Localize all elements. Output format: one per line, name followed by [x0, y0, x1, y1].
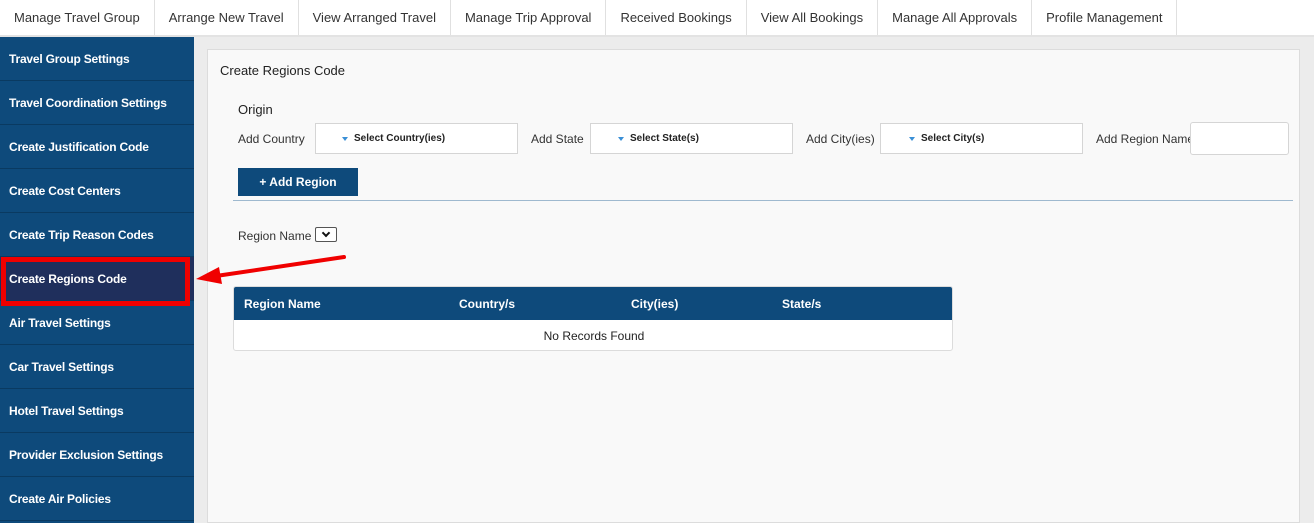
- tab-view-all-bookings[interactable]: View All Bookings: [747, 0, 879, 35]
- country-select[interactable]: Select Country(ies): [315, 123, 518, 154]
- table-header: Region Name Country/s City(ies) State/s: [234, 287, 952, 320]
- add-state-label: Add State: [531, 132, 584, 146]
- divider: [233, 200, 1293, 201]
- top-navigation: Manage Travel Group Arrange New Travel V…: [0, 0, 1314, 37]
- sidebar: Travel Group Settings Travel Coordinatio…: [0, 37, 194, 523]
- add-city-label: Add City(ies): [806, 132, 875, 146]
- city-select-text: Select City(s): [921, 133, 985, 144]
- page-title: Create Regions Code: [220, 63, 346, 78]
- sidebar-item-air-travel-settings[interactable]: Air Travel Settings: [0, 301, 194, 345]
- region-name-filter-select[interactable]: [315, 227, 337, 242]
- caret-down-icon: [342, 136, 348, 141]
- country-select-text: Select Country(ies): [354, 133, 446, 144]
- column-header-region-name[interactable]: Region Name: [244, 297, 321, 311]
- state-select-text: Select State(s): [630, 133, 699, 144]
- sidebar-item-create-air-policies[interactable]: Create Air Policies: [0, 477, 194, 521]
- column-header-cities[interactable]: City(ies): [631, 297, 678, 311]
- sidebar-item-create-cost-centers[interactable]: Create Cost Centers: [0, 169, 194, 213]
- tab-manage-travel-group[interactable]: Manage Travel Group: [0, 0, 155, 35]
- caret-down-icon: [618, 136, 624, 141]
- tab-arrange-new-travel[interactable]: Arrange New Travel: [155, 0, 299, 35]
- add-region-button[interactable]: + Add Region: [238, 168, 358, 196]
- add-country-label: Add Country: [238, 132, 305, 146]
- tab-received-bookings[interactable]: Received Bookings: [606, 0, 747, 35]
- origin-label: Origin: [238, 102, 273, 117]
- column-header-states[interactable]: State/s: [782, 297, 821, 311]
- sidebar-item-create-trip-reason-codes[interactable]: Create Trip Reason Codes: [0, 213, 194, 257]
- tab-manage-all-approvals[interactable]: Manage All Approvals: [878, 0, 1033, 35]
- sidebar-item-hotel-travel-settings[interactable]: Hotel Travel Settings: [0, 389, 194, 433]
- tab-view-arranged-travel[interactable]: View Arranged Travel: [299, 0, 451, 35]
- tab-manage-trip-approval[interactable]: Manage Trip Approval: [451, 0, 607, 35]
- region-name-input[interactable]: [1190, 122, 1289, 155]
- sidebar-item-travel-group-settings[interactable]: Travel Group Settings: [0, 37, 194, 81]
- sidebar-item-car-travel-settings[interactable]: Car Travel Settings: [0, 345, 194, 389]
- city-select[interactable]: Select City(s): [880, 123, 1083, 154]
- sidebar-item-provider-exclusion-settings[interactable]: Provider Exclusion Settings: [0, 433, 194, 477]
- empty-table-message: No Records Found: [543, 329, 645, 343]
- add-region-name-label: Add Region Name: [1096, 132, 1195, 146]
- sidebar-item-create-justification-code[interactable]: Create Justification Code: [0, 125, 194, 169]
- regions-table: Region Name Country/s City(ies) State/s …: [233, 286, 953, 351]
- chevron-down-icon: [321, 228, 331, 238]
- state-select[interactable]: Select State(s): [590, 123, 793, 154]
- caret-down-icon: [909, 136, 915, 141]
- sidebar-item-create-regions-code[interactable]: Create Regions Code: [0, 257, 194, 301]
- sidebar-item-travel-coordination-settings[interactable]: Travel Coordination Settings: [0, 81, 194, 125]
- tab-profile-management[interactable]: Profile Management: [1032, 0, 1178, 35]
- region-name-filter-label: Region Name: [238, 229, 312, 243]
- column-header-countries[interactable]: Country/s: [459, 297, 515, 311]
